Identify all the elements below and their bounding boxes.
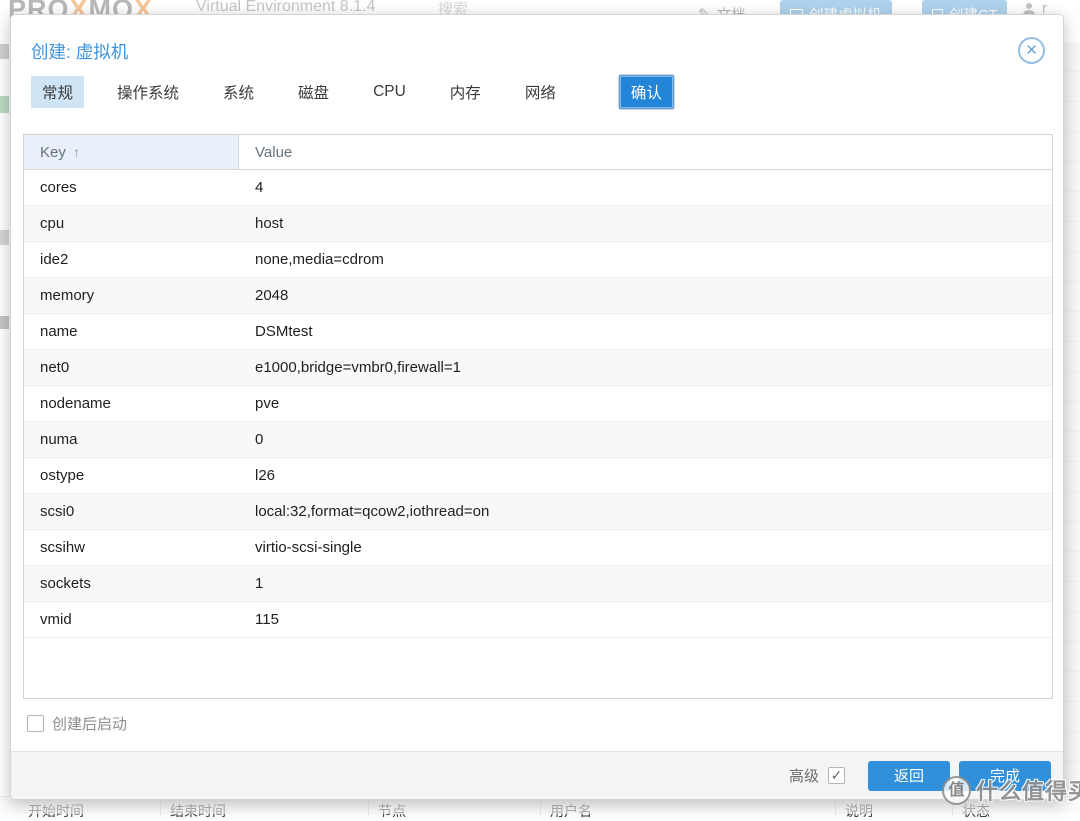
row-key: name (24, 314, 239, 349)
row-value: none,media=cdrom (239, 242, 1052, 277)
tab-confirm[interactable]: 确认 (619, 75, 674, 109)
table-row-memory[interactable]: memory 2048 (24, 278, 1052, 314)
tab-disks[interactable]: 磁盘 (287, 76, 340, 108)
dialog-footer: 高级 ✓ 返回 完成 (11, 751, 1063, 799)
dialog-title: 创建: 虚拟机 (31, 39, 128, 64)
table-row-name[interactable]: name DSMtest (24, 314, 1052, 350)
row-key: ostype (24, 458, 239, 493)
row-key: ide2 (24, 242, 239, 277)
row-value: host (239, 206, 1052, 241)
tab-network[interactable]: 网络 (514, 76, 567, 108)
row-key: vmid (24, 602, 239, 637)
row-value: e1000,bridge=vmbr0,firewall=1 (239, 350, 1052, 385)
table-row-cores[interactable]: cores 4 (24, 170, 1052, 206)
tab-cpu[interactable]: CPU (362, 78, 417, 106)
row-key: nodename (24, 386, 239, 421)
table-header: Key ↑ Value (24, 135, 1052, 170)
row-value: virtio-scsi-single (239, 530, 1052, 565)
table-row-net0[interactable]: net0 e1000,bridge=vmbr0,firewall=1 (24, 350, 1052, 386)
table-row-sockets[interactable]: sockets 1 (24, 566, 1052, 602)
table-row-ostype[interactable]: ostype l26 (24, 458, 1052, 494)
table-row-ide2[interactable]: ide2 none,media=cdrom (24, 242, 1052, 278)
back-button[interactable]: 返回 (868, 761, 950, 791)
row-key: cpu (24, 206, 239, 241)
row-value: 4 (239, 170, 1052, 205)
table-row-cpu[interactable]: cpu host (24, 206, 1052, 242)
row-value: 0 (239, 422, 1052, 457)
tab-system[interactable]: 系统 (212, 76, 265, 108)
table-row-vmid[interactable]: vmid 115 (24, 602, 1052, 638)
advanced-label: 高级 (789, 765, 819, 786)
row-value: 1 (239, 566, 1052, 601)
row-key: memory (24, 278, 239, 313)
table-row-numa[interactable]: numa 0 (24, 422, 1052, 458)
row-key: scsihw (24, 530, 239, 565)
row-key: net0 (24, 350, 239, 385)
confirm-table: Key ↑ Value cores 4 cpu host ide2 none,m… (23, 134, 1053, 699)
advanced-checkbox[interactable]: ✓ (828, 767, 845, 784)
row-key: scsi0 (24, 494, 239, 529)
row-value: pve (239, 386, 1052, 421)
table-row-scsihw[interactable]: scsihw virtio-scsi-single (24, 530, 1052, 566)
confirm-table-body: cores 4 cpu host ide2 none,media=cdrom m… (24, 170, 1052, 638)
row-value: DSMtest (239, 314, 1052, 349)
wizard-tabs: 常规操作系统系统磁盘 CPU 内存网络 确认 (31, 75, 674, 109)
row-value: local:32,format=qcow2,iothread=on (239, 494, 1052, 529)
smzdm-watermark: 值 什么值得买 (942, 774, 1080, 806)
key-column-header[interactable]: Key ↑ (24, 135, 239, 169)
table-row-scsi0[interactable]: scsi0 local:32,format=qcow2,iothread=on (24, 494, 1052, 530)
row-key: sockets (24, 566, 239, 601)
tab-os[interactable]: 操作系统 (106, 76, 190, 108)
row-key: cores (24, 170, 239, 205)
start-after-created-label: 创建后启动 (52, 713, 127, 734)
smzdm-badge-icon: 值 (942, 776, 971, 805)
key-header-label: Key (40, 144, 66, 161)
start-after-created-row: 创建后启动 (27, 713, 127, 734)
value-header-label: Value (255, 144, 292, 161)
start-after-created-checkbox[interactable] (27, 715, 44, 732)
row-value: 2048 (239, 278, 1052, 313)
row-key: numa (24, 422, 239, 457)
table-row-nodename[interactable]: nodename pve (24, 386, 1052, 422)
value-column-header[interactable]: Value (239, 135, 1052, 169)
close-icon[interactable]: × (1018, 37, 1045, 64)
row-value: 115 (239, 602, 1052, 637)
tab-memory[interactable]: 内存 (439, 76, 492, 108)
row-value: l26 (239, 458, 1052, 493)
tab-general[interactable]: 常规 (31, 76, 84, 108)
smzdm-watermark-text: 什么值得买 (976, 774, 1080, 806)
sort-ascending-icon: ↑ (73, 144, 80, 160)
create-vm-dialog: 创建: 虚拟机 × 常规操作系统系统磁盘 CPU 内存网络 确认 Key ↑ Valu… (10, 14, 1064, 800)
